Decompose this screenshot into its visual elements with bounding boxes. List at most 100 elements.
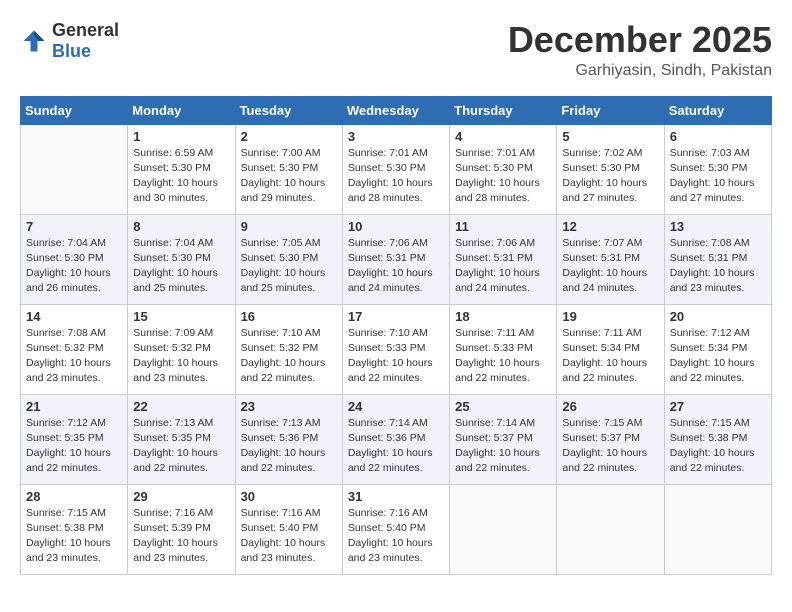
- day-info: Sunrise: 7:10 AMSunset: 5:33 PMDaylight:…: [348, 326, 444, 387]
- table-row: 25 Sunrise: 7:14 AMSunset: 5:37 PMDayligh…: [450, 394, 557, 484]
- day-info: Sunrise: 7:16 AMSunset: 5:39 PMDaylight:…: [133, 506, 229, 567]
- col-saturday: Saturday: [664, 96, 771, 124]
- col-monday: Monday: [128, 96, 235, 124]
- day-info: Sunrise: 7:08 AMSunset: 5:32 PMDaylight:…: [26, 326, 122, 387]
- day-info: Sunrise: 7:01 AMSunset: 5:30 PMDaylight:…: [348, 146, 444, 207]
- table-row: 7 Sunrise: 7:04 AMSunset: 5:30 PMDaylight…: [21, 214, 128, 304]
- day-info: Sunrise: 7:13 AMSunset: 5:36 PMDaylight:…: [241, 416, 337, 477]
- table-row: [664, 484, 771, 574]
- day-info: Sunrise: 7:13 AMSunset: 5:35 PMDaylight:…: [133, 416, 229, 477]
- table-row: 27 Sunrise: 7:15 AMSunset: 5:38 PMDayligh…: [664, 394, 771, 484]
- day-info: Sunrise: 7:06 AMSunset: 5:31 PMDaylight:…: [348, 236, 444, 297]
- location-subtitle: Garhiyasin, Sindh, Pakistan: [508, 62, 772, 80]
- day-number: 1: [133, 129, 229, 144]
- day-number: 6: [670, 129, 766, 144]
- day-info: Sunrise: 7:09 AMSunset: 5:32 PMDaylight:…: [133, 326, 229, 387]
- table-row: 15 Sunrise: 7:09 AMSunset: 5:32 PMDayligh…: [128, 304, 235, 394]
- table-row: 29 Sunrise: 7:16 AMSunset: 5:39 PMDayligh…: [128, 484, 235, 574]
- col-sunday: Sunday: [21, 96, 128, 124]
- day-number: 26: [562, 399, 658, 414]
- table-row: 30Sunrise: 7:16 AMSunset: 5:40 PMDayligh…: [235, 484, 342, 574]
- day-number: 3: [348, 129, 444, 144]
- day-number: 29: [133, 489, 229, 504]
- day-info: Sunrise: 7:05 AMSunset: 5:30 PMDaylight:…: [241, 236, 337, 297]
- table-row: 22 Sunrise: 7:13 AMSunset: 5:35 PMDayligh…: [128, 394, 235, 484]
- col-thursday: Thursday: [450, 96, 557, 124]
- table-row: 24Sunrise: 7:14 AMSunset: 5:36 PMDayligh…: [342, 394, 449, 484]
- table-row: [21, 124, 128, 214]
- header: General Blue December 2025 Garhiyasin, S…: [20, 20, 772, 80]
- day-number: 18: [455, 309, 551, 324]
- table-row: 10 Sunrise: 7:06 AMSunset: 5:31 PMDayligh…: [342, 214, 449, 304]
- day-number: 30: [241, 489, 337, 504]
- col-friday: Friday: [557, 96, 664, 124]
- day-info: Sunrise: 7:12 AMSunset: 5:34 PMDaylight:…: [670, 326, 766, 387]
- calendar-week-5: 28Sunrise: 7:15 AMSunset: 5:38 PMDayligh…: [21, 484, 772, 574]
- table-row: 8Sunrise: 7:04 AMSunset: 5:30 PMDaylight…: [128, 214, 235, 304]
- day-number: 27: [670, 399, 766, 414]
- table-row: 18 Sunrise: 7:11 AMSunset: 5:33 PMDayligh…: [450, 304, 557, 394]
- table-row: 16 Sunrise: 7:10 AMSunset: 5:32 PMDayligh…: [235, 304, 342, 394]
- day-info: Sunrise: 7:00 AMSunset: 5:30 PMDaylight:…: [241, 146, 337, 207]
- day-info: Sunrise: 7:14 AMSunset: 5:36 PMDaylight:…: [348, 416, 444, 477]
- table-row: 12Sunrise: 7:07 AMSunset: 5:31 PMDayligh…: [557, 214, 664, 304]
- table-row: [557, 484, 664, 574]
- table-row: 3 Sunrise: 7:01 AMSunset: 5:30 PMDaylight…: [342, 124, 449, 214]
- table-row: 9 Sunrise: 7:05 AMSunset: 5:30 PMDaylight…: [235, 214, 342, 304]
- calendar-week-4: 21Sunrise: 7:12 AMSunset: 5:35 PMDayligh…: [21, 394, 772, 484]
- day-info: Sunrise: 7:10 AMSunset: 5:32 PMDaylight:…: [241, 326, 337, 387]
- day-info: Sunrise: 7:02 AMSunset: 5:30 PMDaylight:…: [562, 146, 658, 207]
- logo: General Blue: [20, 20, 119, 62]
- day-info: Sunrise: 7:06 AMSunset: 5:31 PMDaylight:…: [455, 236, 551, 297]
- calendar-table: Sunday Monday Tuesday Wednesday Thursday…: [20, 96, 772, 575]
- day-number: 17: [348, 309, 444, 324]
- day-number: 12: [562, 219, 658, 234]
- calendar-week-2: 7 Sunrise: 7:04 AMSunset: 5:30 PMDaylight…: [21, 214, 772, 304]
- col-wednesday: Wednesday: [342, 96, 449, 124]
- day-number: 13: [670, 219, 766, 234]
- month-year-title: December 2025: [508, 20, 772, 60]
- day-number: 2: [241, 129, 337, 144]
- day-number: 7: [26, 219, 122, 234]
- day-info: Sunrise: 7:15 AMSunset: 5:38 PMDaylight:…: [670, 416, 766, 477]
- table-row: 14Sunrise: 7:08 AMSunset: 5:32 PMDayligh…: [21, 304, 128, 394]
- calendar-header-row: Sunday Monday Tuesday Wednesday Thursday…: [21, 96, 772, 124]
- calendar-week-1: 1Sunrise: 6:59 AMSunset: 5:30 PMDaylight…: [21, 124, 772, 214]
- day-number: 8: [133, 219, 229, 234]
- table-row: 2 Sunrise: 7:00 AMSunset: 5:30 PMDaylight…: [235, 124, 342, 214]
- day-number: 15: [133, 309, 229, 324]
- table-row: 11Sunrise: 7:06 AMSunset: 5:31 PMDayligh…: [450, 214, 557, 304]
- table-row: 31 Sunrise: 7:16 AMSunset: 5:40 PMDayligh…: [342, 484, 449, 574]
- day-number: 4: [455, 129, 551, 144]
- table-row: 21Sunrise: 7:12 AMSunset: 5:35 PMDayligh…: [21, 394, 128, 484]
- table-row: 13Sunrise: 7:08 AMSunset: 5:31 PMDayligh…: [664, 214, 771, 304]
- day-number: 10: [348, 219, 444, 234]
- day-info: Sunrise: 7:03 AMSunset: 5:30 PMDaylight:…: [670, 146, 766, 207]
- table-row: [450, 484, 557, 574]
- table-row: 4Sunrise: 7:01 AMSunset: 5:30 PMDaylight…: [450, 124, 557, 214]
- day-number: 22: [133, 399, 229, 414]
- table-row: 28Sunrise: 7:15 AMSunset: 5:38 PMDayligh…: [21, 484, 128, 574]
- day-number: 28: [26, 489, 122, 504]
- day-number: 9: [241, 219, 337, 234]
- table-row: 1Sunrise: 6:59 AMSunset: 5:30 PMDaylight…: [128, 124, 235, 214]
- table-row: 6 Sunrise: 7:03 AMSunset: 5:30 PMDaylight…: [664, 124, 771, 214]
- day-number: 20: [670, 309, 766, 324]
- day-info: Sunrise: 7:14 AMSunset: 5:37 PMDaylight:…: [455, 416, 551, 477]
- page-container: General Blue December 2025 Garhiyasin, S…: [20, 20, 772, 575]
- day-info: Sunrise: 7:11 AMSunset: 5:33 PMDaylight:…: [455, 326, 551, 387]
- day-info: Sunrise: 7:04 AMSunset: 5:30 PMDaylight:…: [26, 236, 122, 297]
- day-number: 21: [26, 399, 122, 414]
- table-row: 20 Sunrise: 7:12 AMSunset: 5:34 PMDayligh…: [664, 304, 771, 394]
- logo-icon: [20, 27, 48, 55]
- table-row: 23Sunrise: 7:13 AMSunset: 5:36 PMDayligh…: [235, 394, 342, 484]
- day-number: 25: [455, 399, 551, 414]
- day-info: Sunrise: 7:16 AMSunset: 5:40 PMDaylight:…: [348, 506, 444, 567]
- logo-general: General: [52, 20, 119, 40]
- day-number: 31: [348, 489, 444, 504]
- logo-text: General Blue: [52, 20, 119, 62]
- day-info: Sunrise: 7:11 AMSunset: 5:34 PMDaylight:…: [562, 326, 658, 387]
- day-info: Sunrise: 7:15 AMSunset: 5:37 PMDaylight:…: [562, 416, 658, 477]
- day-number: 16: [241, 309, 337, 324]
- table-row: 19Sunrise: 7:11 AMSunset: 5:34 PMDayligh…: [557, 304, 664, 394]
